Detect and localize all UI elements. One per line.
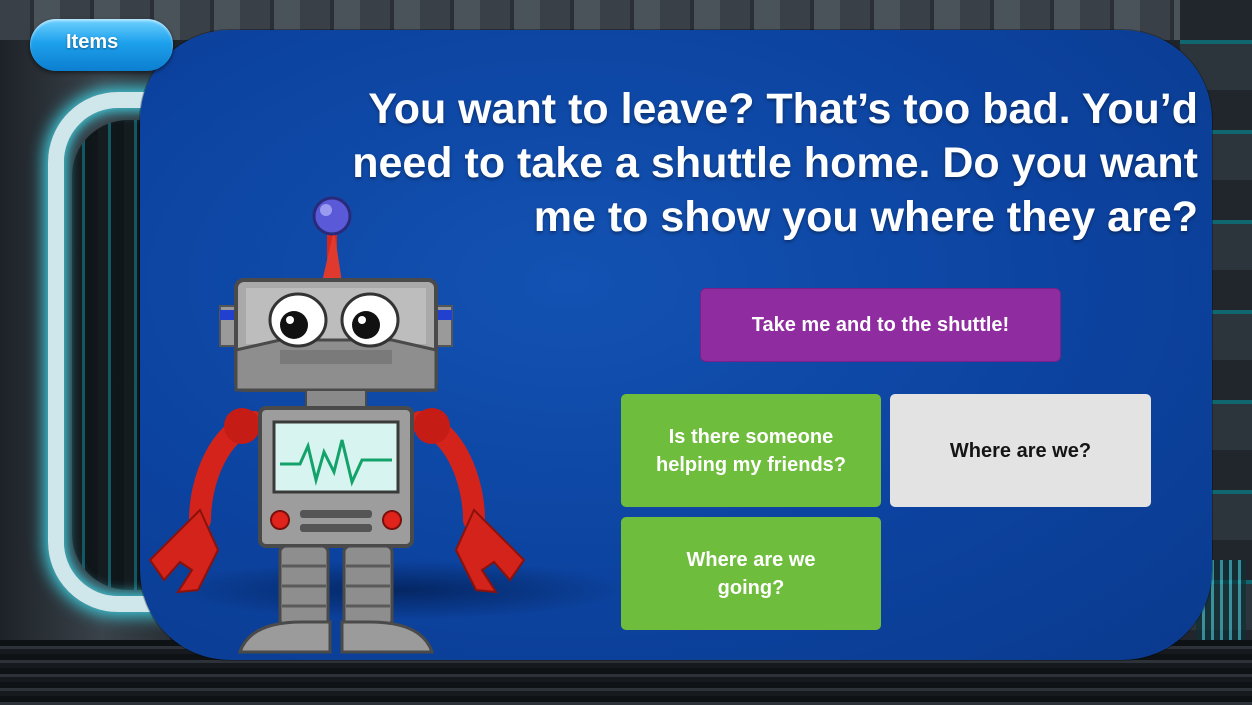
- going-choice-line-1: Where are we: [686, 548, 816, 571]
- friends-choice-button[interactable]: Is there someone helping my friends?: [621, 394, 881, 507]
- speech-line-3: me to show you where they are?: [533, 193, 1198, 241]
- speech-line-2: need to take a shuttle home. Do you want: [352, 139, 1198, 187]
- friends-choice-label: Is there someone helping my friends?: [656, 423, 846, 479]
- where-choice-button[interactable]: Where are we?: [890, 394, 1151, 507]
- game-scene: You want to leave? That’s too bad. You’d…: [0, 0, 1252, 705]
- items-button-label: Items: [66, 31, 119, 53]
- shuttle-choice-button[interactable]: Take me and to the shuttle!: [701, 289, 1060, 361]
- speech-line-1: You want to leave? That’s too bad. You’d: [368, 85, 1198, 133]
- going-choice-line-2: going?: [717, 576, 785, 599]
- friends-choice-line-2: helping my friends?: [655, 453, 847, 476]
- shuttle-choice-label: Take me and to the shuttle!: [751, 314, 1010, 336]
- robot-character-icon: [148, 196, 526, 654]
- items-button[interactable]: Items: [30, 19, 173, 71]
- going-choice-button[interactable]: Where are we going?: [621, 517, 881, 630]
- friends-choice-line-1: Is there someone: [668, 425, 834, 448]
- going-choice-label: Where are we going?: [687, 546, 816, 602]
- where-choice-label: Where are we?: [949, 439, 1092, 462]
